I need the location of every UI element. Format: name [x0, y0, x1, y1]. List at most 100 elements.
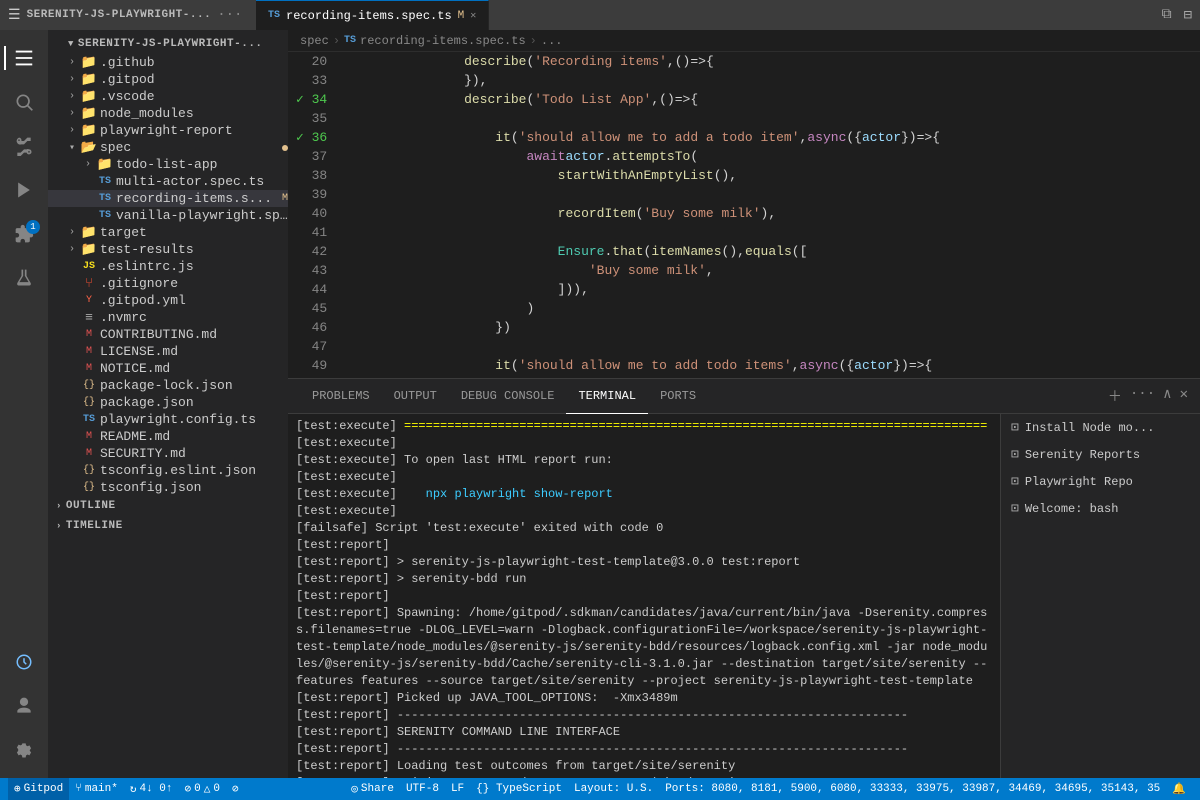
language-label: {} TypeScript	[476, 783, 562, 795]
activity-extensions[interactable]: 1	[4, 214, 44, 254]
tab-ports[interactable]: PORTS	[648, 379, 708, 414]
status-language[interactable]: {} TypeScript	[470, 778, 568, 800]
folder-arrow: ›	[80, 159, 96, 170]
ln-34: ✓ 34	[296, 90, 327, 109]
sidebar-item-package[interactable]: {} package.json	[48, 394, 288, 411]
sidebar-item-readme[interactable]: M README.md	[48, 428, 288, 445]
gitpod-label: Gitpod	[24, 783, 64, 795]
activity-source-control[interactable]	[4, 126, 44, 166]
folder-icon: 📁	[80, 123, 98, 138]
ts-icon: TS	[96, 193, 114, 204]
folder-icon: 📁	[80, 242, 98, 257]
md-icon: M	[80, 329, 98, 340]
sidebar-item-multi-actor[interactable]: TS multi-actor.spec.ts	[48, 173, 288, 190]
sidebar-item-vanilla-playwright[interactable]: TS vanilla-playwright.spec...	[48, 207, 288, 224]
ln-33: 33	[296, 71, 327, 90]
status-errors[interactable]: ⊘ 0 △ 0	[179, 778, 226, 800]
sidebar-serenity-reports[interactable]: ⊡ Serenity Reports	[1001, 441, 1200, 468]
folder-icon: 📁	[80, 89, 98, 104]
sidebar-item-tsconfig[interactable]: {} tsconfig.json	[48, 479, 288, 496]
sidebar-item-nvmrc[interactable]: ≡ .nvmrc	[48, 309, 288, 326]
status-share[interactable]: ◎ Share	[345, 778, 400, 800]
activity-settings[interactable]	[4, 730, 44, 770]
breadcrumb-ellipsis[interactable]: ...	[541, 34, 563, 48]
folder-icon: 📁	[80, 106, 98, 121]
activity-search[interactable]	[4, 82, 44, 122]
sidebar-item-license[interactable]: M LICENSE.md	[48, 343, 288, 360]
sidebar-playwright-repo[interactable]: ⊡ Playwright Repo	[1001, 468, 1200, 495]
new-terminal-icon[interactable]: ＋	[1108, 386, 1122, 406]
json-icon: {}	[80, 465, 98, 476]
playwright-repo-label: Playwright Repo	[1025, 475, 1133, 489]
layout-icon[interactable]: ⊟	[1184, 7, 1192, 24]
sidebar-welcome-bash[interactable]: ⊡ Welcome: bash	[1001, 495, 1200, 522]
panel-more-icon[interactable]: ···	[1130, 386, 1155, 406]
activity-testing[interactable]	[4, 258, 44, 298]
ln-35: 35	[296, 109, 327, 128]
status-line-ending[interactable]: LF	[445, 778, 470, 800]
menu-icon[interactable]: ☰	[8, 7, 21, 24]
activity-remote[interactable]	[4, 642, 44, 682]
tab-recording-items[interactable]: TS recording-items.spec.ts M ✕	[256, 0, 489, 30]
gitpod-icon: ⊕	[14, 782, 21, 796]
sidebar-item-vscode[interactable]: › 📁 .vscode	[48, 88, 288, 105]
line-numbers: 20 33 ✓ 34 35 ✓ 36 37 38 39 40 41 42 43 …	[288, 52, 335, 378]
md-icon: M	[80, 363, 98, 374]
explorer-label: SERENITY-JS-PLAYWRIGHT-...	[27, 9, 212, 21]
sidebar-item-tsconfig-eslint[interactable]: {} tsconfig.eslint.json	[48, 462, 288, 479]
tab-debug-console[interactable]: DEBUG CONSOLE	[449, 379, 567, 414]
sidebar-item-node-modules[interactable]: › 📁 node_modules	[48, 105, 288, 122]
title-bar-actions: ⧉ ⊟	[1162, 7, 1192, 24]
sidebar-item-target[interactable]: › 📁 target	[48, 224, 288, 241]
breadcrumb-file[interactable]: recording-items.spec.ts	[360, 34, 526, 48]
welcome-bash-label: Welcome: bash	[1025, 502, 1119, 516]
explorer-more-icon[interactable]: ···	[217, 7, 242, 23]
tab-close-icon[interactable]: ✕	[470, 10, 476, 22]
sidebar-item-playwright-config[interactable]: TS playwright.config.ts	[48, 411, 288, 428]
sidebar-item-test-results[interactable]: › 📁 test-results	[48, 241, 288, 258]
status-gitpod[interactable]: ⊕ Gitpod	[8, 778, 69, 800]
ts-icon: TS	[96, 176, 114, 187]
sidebar-item-recording-items[interactable]: TS recording-items.s... M	[48, 190, 288, 207]
code-content[interactable]: describe('Recording items', () => { }), …	[335, 52, 1200, 378]
status-ports[interactable]: Ports: 8080, 8181, 5900, 6080, 33333, 33…	[659, 778, 1166, 800]
sidebar-item-spec[interactable]: ▾ 📂 spec	[48, 139, 288, 156]
breadcrumb-spec[interactable]: spec	[300, 34, 329, 48]
panel-close-icon[interactable]: ✕	[1180, 386, 1188, 406]
panel-up-icon[interactable]: ∧	[1163, 386, 1171, 406]
terminal-content[interactable]: [test:execute] =========================…	[288, 414, 1000, 778]
sidebar-item-todo-list-app[interactable]: › 📁 todo-list-app	[48, 156, 288, 173]
status-sync[interactable]: ↻ 4↓ 0↑	[124, 778, 179, 800]
outline-header[interactable]: › OUTLINE	[48, 496, 288, 516]
status-no-config[interactable]: ⊘	[226, 778, 245, 800]
sidebar-item-gitpod-yml[interactable]: Y .gitpod.yml	[48, 292, 288, 309]
sidebar-item-eslintrc[interactable]: JS .eslintrc.js	[48, 258, 288, 275]
activity-run[interactable]	[4, 170, 44, 210]
tab-output[interactable]: OUTPUT	[382, 379, 449, 414]
tab-problems[interactable]: PROBLEMS	[300, 379, 382, 414]
sidebar-item-playwright-report[interactable]: › 📁 playwright-report	[48, 122, 288, 139]
timeline-header[interactable]: › TIMELINE	[48, 516, 288, 536]
sidebar-item-gitpod[interactable]: › 📁 .gitpod	[48, 71, 288, 88]
yaml-icon: Y	[80, 295, 98, 306]
code-line-46: })	[339, 318, 1196, 337]
sidebar-header: ▼ SERENITY-JS-PLAYWRIGHT-...	[48, 30, 288, 54]
ln-38: 38	[296, 166, 327, 185]
status-layout[interactable]: Layout: U.S.	[568, 778, 659, 800]
sidebar-item-package-lock[interactable]: {} package-lock.json	[48, 377, 288, 394]
sidebar-item-security[interactable]: M SECURITY.md	[48, 445, 288, 462]
sidebar-item-contributing[interactable]: M CONTRIBUTING.md	[48, 326, 288, 343]
sidebar-install-node[interactable]: ⊡ Install Node mo...	[1001, 414, 1200, 441]
status-bell[interactable]: 🔔	[1166, 778, 1192, 800]
sidebar-item-notice[interactable]: M NOTICE.md	[48, 360, 288, 377]
status-branch[interactable]: ⑂ main*	[69, 778, 124, 800]
split-editor-icon[interactable]: ⧉	[1162, 7, 1172, 24]
sidebar-item-gitignore[interactable]: ⑂ .gitignore	[48, 275, 288, 292]
ports-label: Ports: 8080, 8181, 5900, 6080, 33333, 33…	[665, 783, 1160, 795]
activity-account[interactable]	[4, 686, 44, 726]
tab-terminal[interactable]: TERMINAL	[566, 379, 648, 414]
status-encoding[interactable]: UTF-8	[400, 778, 445, 800]
js-icon: JS	[80, 261, 98, 272]
activity-explorer[interactable]	[4, 38, 44, 78]
sidebar-item-github[interactable]: › 📁 .github	[48, 54, 288, 71]
